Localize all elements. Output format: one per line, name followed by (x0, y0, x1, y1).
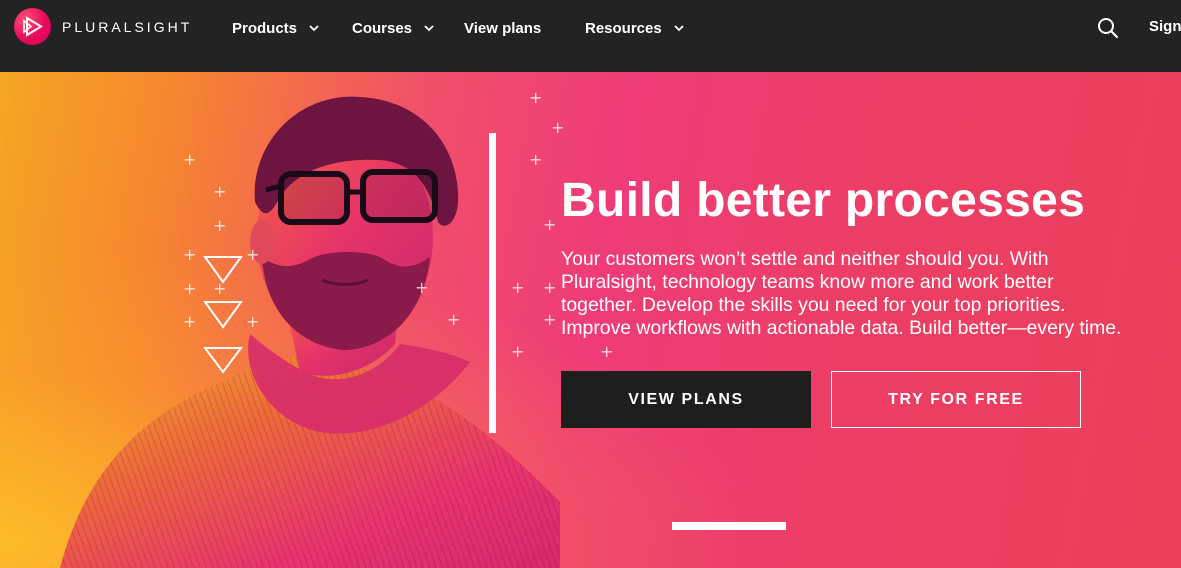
sign-in-link[interactable]: Sign (1149, 18, 1181, 35)
plus-decoration: + (246, 245, 260, 264)
hero-banner: + + + + + + + + + + + + + + + + + + + + … (0, 72, 1181, 568)
hero-description: Your customers won’t settle and neither … (561, 248, 1181, 340)
plus-decoration: + (447, 310, 461, 329)
view-plans-button[interactable]: VIEW PLANS (561, 371, 811, 428)
plus-decoration: + (551, 118, 565, 137)
plus-decoration: + (183, 279, 197, 298)
hero-description-line: together. Develop the skills you need fo… (561, 294, 1066, 316)
plus-decoration: + (415, 278, 429, 297)
hero-description-line: Improve workflows with actionable data. … (561, 317, 1122, 339)
nav-resources-label: Resources (585, 19, 662, 37)
nav-resources[interactable]: Resources (585, 18, 685, 38)
plus-decoration: + (183, 150, 197, 169)
try-for-free-button[interactable]: TRY FOR FREE (831, 371, 1081, 428)
plus-decoration: + (543, 278, 557, 297)
plus-decoration: + (600, 342, 614, 361)
nav-products-label: Products (232, 19, 298, 37)
nav-view-plans-label: View plans (464, 19, 542, 37)
plus-decoration: + (246, 312, 260, 331)
plus-decoration: + (543, 215, 557, 234)
plus-decoration: + (183, 312, 197, 331)
plus-decoration: + (213, 216, 227, 235)
nav-products[interactable]: Products (232, 18, 320, 38)
chevron-down-icon (424, 25, 434, 32)
plus-decoration: + (529, 150, 543, 169)
pluralsight-logo-link[interactable]: PLURALSIGHT (14, 8, 192, 45)
nav-view-plans[interactable]: View plans (464, 18, 541, 38)
plus-decoration: + (213, 279, 227, 298)
top-navbar: PLURALSIGHT Products Courses View plans … (0, 0, 1181, 72)
plus-decoration: + (183, 245, 197, 264)
nav-courses[interactable]: Courses (352, 18, 435, 38)
plus-decoration: + (529, 88, 543, 107)
brand-name: PLURALSIGHT (62, 18, 193, 35)
plus-decoration: + (543, 310, 557, 329)
pluralsight-logo-icon (14, 8, 51, 45)
chevron-down-icon (309, 25, 319, 32)
decorative-horizontal-line (672, 522, 786, 530)
decorative-vertical-line (489, 133, 496, 433)
nav-courses-label: Courses (352, 19, 413, 37)
chevron-down-icon (674, 25, 684, 32)
hero-description-line: Your customers won’t settle and neither … (561, 248, 1049, 270)
search-icon[interactable] (1097, 17, 1119, 39)
plus-decoration: + (511, 278, 525, 297)
plus-decoration: + (511, 342, 525, 361)
hero-description-line: Pluralsight, technology teams know more … (561, 271, 1054, 293)
plus-decoration: + (213, 182, 227, 201)
hero-person-image (60, 96, 560, 568)
hero-headline: Build better processes (561, 174, 1086, 227)
